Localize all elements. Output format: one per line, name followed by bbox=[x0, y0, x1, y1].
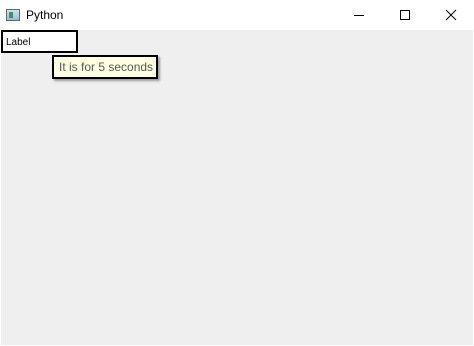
minimize-icon bbox=[354, 15, 364, 16]
label-text: Label bbox=[6, 37, 31, 48]
close-button[interactable] bbox=[428, 0, 474, 30]
client-area: Label It is for 5 seconds bbox=[1, 30, 473, 345]
app-icon bbox=[6, 9, 20, 21]
close-icon bbox=[445, 9, 457, 21]
tooltip-text: It is for 5 seconds bbox=[59, 60, 154, 74]
maximize-button[interactable] bbox=[382, 0, 428, 30]
window-title: Python bbox=[26, 8, 64, 22]
maximize-icon bbox=[400, 10, 410, 20]
label-widget[interactable]: Label bbox=[1, 30, 78, 53]
app-window: Python Label It is for 5 seconds bbox=[0, 0, 474, 346]
minimize-button[interactable] bbox=[336, 0, 382, 30]
title-bar[interactable]: Python bbox=[0, 0, 474, 30]
tooltip: It is for 5 seconds bbox=[52, 55, 158, 79]
